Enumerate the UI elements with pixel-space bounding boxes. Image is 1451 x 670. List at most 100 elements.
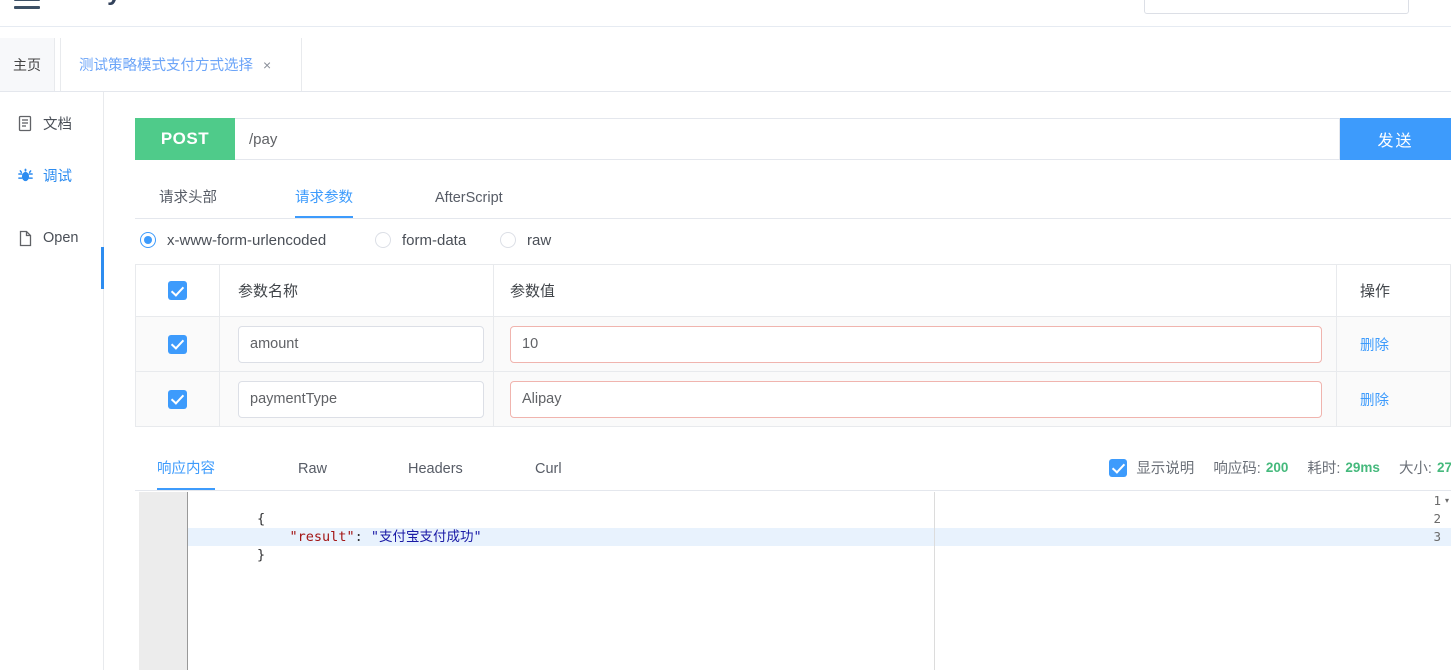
tab-response-curl[interactable]: Curl: [535, 449, 562, 490]
status-code-value: 200: [1265, 460, 1289, 475]
document-icon: [16, 114, 34, 132]
send-button[interactable]: 发送: [1340, 118, 1451, 160]
show-description-label: 显示说明: [1136, 461, 1195, 477]
file-icon: [16, 229, 34, 247]
radio-form-data[interactable]: form-data: [375, 225, 466, 255]
param-name-input[interactable]: [238, 380, 484, 418]
row-select-cell: [136, 317, 220, 371]
header-cell-name: 参数名称: [220, 265, 494, 316]
topbar-divider: [0, 26, 1451, 27]
row-value-cell: [494, 372, 1337, 426]
size-value: 27: [1436, 460, 1451, 475]
bug-icon: [16, 166, 34, 184]
radio-dot-icon: [375, 232, 391, 248]
size-label: 大小:: [1398, 461, 1432, 477]
tab-response-raw[interactable]: Raw: [298, 449, 327, 490]
response-tabs: 响应内容 Raw Headers Curl 显示说明 响应码: 200 耗时: …: [135, 449, 1451, 491]
row-select-cell: [136, 372, 220, 426]
elapsed-time-label: 耗时:: [1307, 461, 1341, 477]
select-all-checkbox[interactable]: [168, 281, 187, 300]
left-nav-rail: 文档 调试 Open: [0, 92, 104, 670]
http-method-button[interactable]: POST: [135, 118, 235, 160]
row-name-cell: [220, 317, 494, 371]
editor-indent-guide: [934, 492, 935, 670]
fold-arrow-icon[interactable]: ▾: [1445, 492, 1449, 510]
elapsed-time-value: 29ms: [1345, 460, 1380, 475]
code-line: {: [192, 492, 265, 527]
parameters-table: 参数名称 参数值 操作 删除: [135, 264, 1451, 427]
row-name-cell: [220, 372, 494, 426]
close-icon[interactable]: ×: [263, 58, 271, 72]
line-number: 3: [1433, 529, 1441, 544]
tab-active-underline: [157, 488, 215, 490]
code-line: }: [192, 528, 265, 563]
sidebar-item-open-label: Open: [43, 230, 79, 246]
code-line: "result": "支付宝支付成功": [192, 510, 482, 545]
document-tab-strip: 主页 测试策略模式支付方式选择 ×: [0, 37, 1451, 92]
tab-home[interactable]: 主页: [0, 38, 55, 91]
code-token: :: [354, 529, 371, 545]
request-url-row: POST 发送: [135, 118, 1451, 160]
radio-raw-label: raw: [527, 231, 552, 249]
response-body-editor[interactable]: 1 ▾ 2 3 { "result": "支付宝支付成功" }: [135, 492, 1451, 670]
radio-form-data-label: form-data: [402, 231, 467, 249]
code-token-key: "result": [289, 529, 355, 545]
app-topbar: daily-test: [0, 0, 1451, 27]
header-cell-action-label: 操作: [1360, 283, 1391, 300]
status-code-label: 响应码:: [1213, 461, 1261, 477]
sidebar-item-debug[interactable]: 调试: [0, 154, 104, 196]
request-url-input[interactable]: [235, 118, 1340, 160]
tab-response-headers[interactable]: Headers: [408, 449, 463, 490]
radio-dot-icon: [140, 232, 156, 248]
radio-raw[interactable]: raw: [500, 225, 551, 255]
delete-row-link[interactable]: 删除: [1360, 389, 1389, 410]
row-value-cell: [494, 317, 1337, 371]
table-header-row: 参数名称 参数值 操作: [136, 265, 1450, 317]
tab-response-body[interactable]: 响应内容: [157, 449, 215, 490]
line-number: 1: [1433, 493, 1441, 508]
radio-dot-icon: [500, 232, 516, 248]
tab-request-headers[interactable]: 请求头部: [159, 178, 217, 218]
tab-request-params-label: 请求参数: [295, 190, 353, 206]
tab-response-body-label: 响应内容: [157, 461, 215, 477]
editor-gutter: [139, 492, 187, 670]
tab-afterscript[interactable]: AfterScript: [435, 178, 503, 218]
row-action-cell: 删除: [1337, 372, 1450, 426]
row-checkbox[interactable]: [168, 389, 187, 409]
param-name-input[interactable]: [238, 325, 484, 363]
request-tabs: 请求头部 请求参数 AfterScript: [135, 178, 1451, 219]
sidebar-item-document[interactable]: 文档: [0, 102, 104, 144]
main-panel: POST 发送 请求头部 请求参数 AfterScript x-www-form…: [105, 92, 1451, 670]
sidebar-item-debug-label: 调试: [43, 168, 72, 185]
row-action-cell: 删除: [1337, 317, 1450, 371]
tab-active-underline: [295, 216, 353, 218]
param-value-input[interactable]: [510, 325, 1322, 363]
response-meta: 显示说明 响应码: 200 耗时: 29ms 大小: 27: [1109, 457, 1451, 478]
api-debug-page: daily-test 主页 测试策略模式支付方式选择 × 文档: [0, 0, 1451, 670]
sidebar-item-open[interactable]: Open: [0, 217, 104, 259]
table-row: 删除: [136, 372, 1450, 427]
search-input[interactable]: [1144, 0, 1409, 14]
tab-request-params[interactable]: 请求参数: [295, 178, 353, 218]
select-all-cell: [136, 265, 220, 316]
hamburger-icon[interactable]: [14, 0, 40, 10]
app-title: daily-test: [62, 0, 177, 7]
sidebar-item-document-label: 文档: [43, 116, 72, 133]
code-token-string: "支付宝支付成功": [370, 529, 482, 545]
header-cell-name-label: 参数名称: [238, 283, 299, 300]
param-value-input[interactable]: [510, 380, 1322, 418]
header-cell-value: 参数值: [494, 265, 1337, 316]
line-number: 2: [1433, 511, 1441, 526]
radio-x-www-form-urlencoded[interactable]: x-www-form-urlencoded: [140, 225, 326, 255]
editor-gutter-border: [187, 492, 188, 670]
show-description-checkbox[interactable]: [1109, 458, 1128, 477]
table-row: 删除: [136, 317, 1450, 372]
code-token: }: [257, 547, 266, 563]
row-checkbox[interactable]: [168, 334, 187, 354]
header-cell-action: 操作: [1337, 265, 1450, 316]
header-cell-value-label: 参数值: [510, 283, 556, 300]
tab-active-document[interactable]: 测试策略模式支付方式选择 ×: [60, 38, 302, 91]
tab-active-document-label: 测试策略模式支付方式选择: [79, 58, 253, 74]
radio-x-www-form-urlencoded-label: x-www-form-urlencoded: [167, 231, 327, 249]
delete-row-link[interactable]: 删除: [1360, 334, 1389, 355]
